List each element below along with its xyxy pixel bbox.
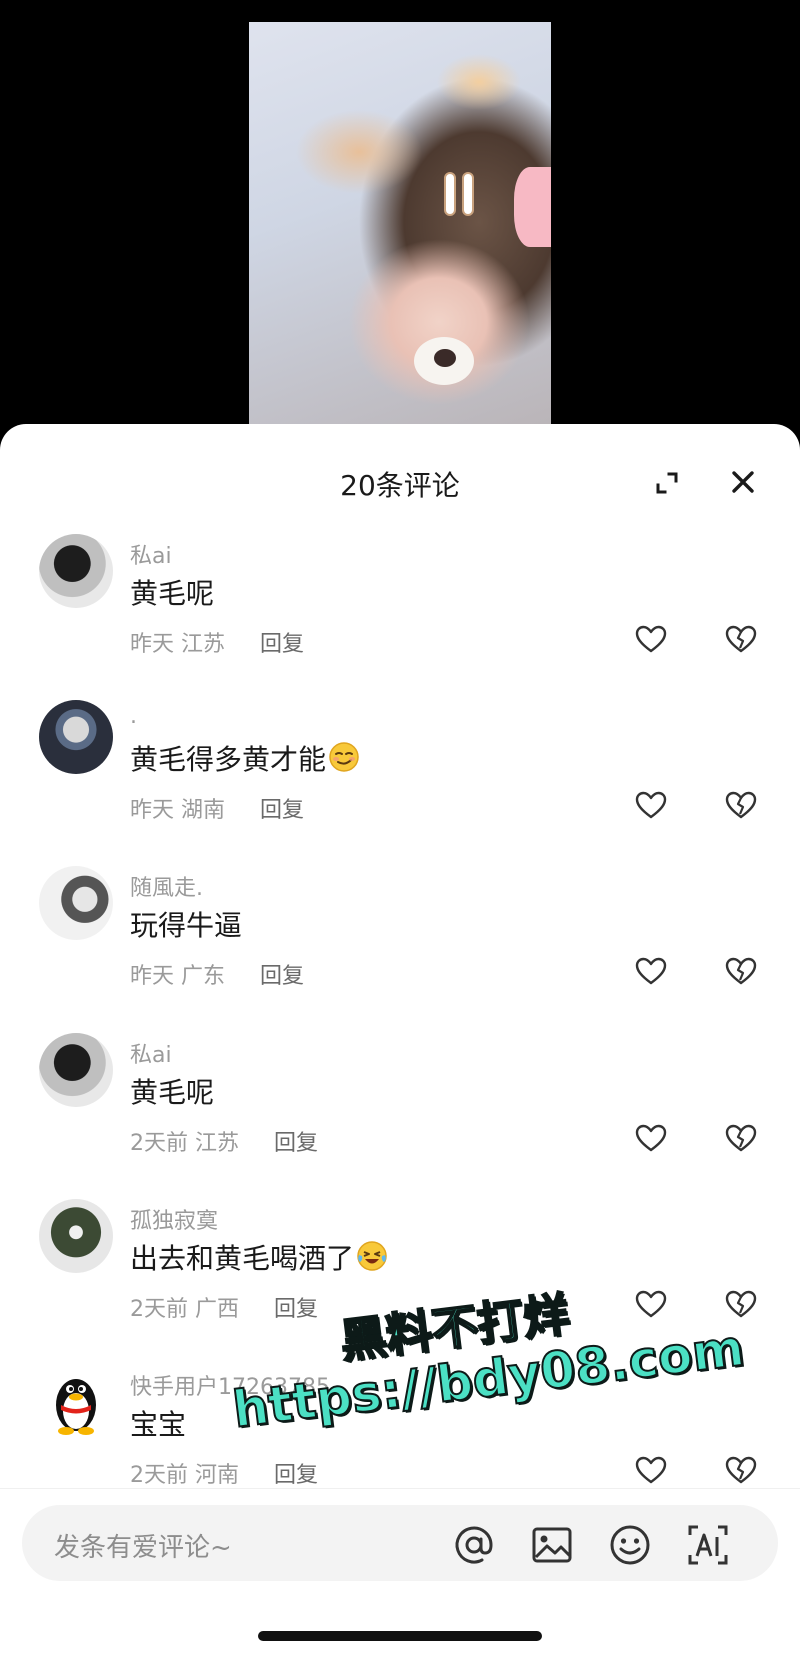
- reply-button[interactable]: 回复: [274, 1463, 318, 1488]
- heart-icon[interactable]: [634, 624, 668, 654]
- comment-text: 出去和黄毛喝酒了: [130, 1237, 388, 1277]
- broken-heart-icon[interactable]: [724, 1289, 758, 1319]
- comment-text: 玩得牛逼: [130, 909, 243, 942]
- comment-location: 广西: [195, 1297, 240, 1322]
- heart-icon[interactable]: [634, 956, 668, 986]
- comment-item: 孤独寂寞 出去和黄毛喝酒了 2天前 广西 回复: [0, 1199, 800, 1349]
- comment-location: 河南: [195, 1463, 240, 1488]
- comment-text: 黄毛呢: [130, 577, 215, 610]
- comment-location: 湖南: [181, 798, 226, 823]
- heart-icon[interactable]: [634, 1455, 668, 1485]
- comment-location: 江苏: [195, 1131, 240, 1156]
- home-indicator: [258, 1631, 542, 1641]
- comment-username[interactable]: .: [130, 704, 137, 729]
- bear-ear-sticker: [514, 167, 551, 247]
- comment-meta: 2天前 河南 回复: [130, 1457, 318, 1489]
- comment-location: 广东: [181, 964, 226, 989]
- reply-button[interactable]: 回复: [260, 964, 304, 989]
- comment-text-body: 黄毛得多黄才能: [130, 743, 327, 776]
- broken-heart-icon[interactable]: [724, 1455, 758, 1485]
- comment-username[interactable]: 私ai: [130, 1037, 172, 1069]
- avatar[interactable]: [39, 1365, 113, 1439]
- comment-input[interactable]: 发条有爱评论~: [22, 1505, 778, 1581]
- hair-clip: [444, 172, 456, 216]
- hair-clip: [462, 172, 474, 216]
- expand-icon[interactable]: [652, 468, 682, 498]
- comment-time: 昨天: [130, 798, 175, 823]
- comment-time: 2天前: [130, 1297, 188, 1322]
- qq-penguin-icon: [56, 1379, 96, 1435]
- smirk-emoji-icon: [329, 742, 359, 772]
- video-player[interactable]: [0, 0, 800, 440]
- comment-item: . 黄毛得多黄才能 昨天 湖南 回复: [0, 700, 800, 850]
- comment-username[interactable]: 孤独寂寞: [130, 1203, 218, 1235]
- comment-text: 宝宝: [130, 1408, 187, 1441]
- laugh-cry-emoji-icon: [357, 1241, 387, 1271]
- close-icon[interactable]: [725, 464, 761, 500]
- comment-input-placeholder: 发条有爱评论~: [54, 1533, 232, 1563]
- heart-icon[interactable]: [634, 1289, 668, 1319]
- comment-time: 2天前: [130, 1463, 188, 1488]
- comment-item: 私ai 黄毛呢 昨天 江苏 回复: [0, 534, 800, 684]
- heart-icon[interactable]: [634, 1123, 668, 1153]
- comment-username[interactable]: 快手用户17263785: [130, 1369, 330, 1401]
- comment-meta: 昨天 湖南 回复: [130, 792, 304, 824]
- comment-text-body: 出去和黄毛喝酒了: [130, 1242, 355, 1275]
- ai-icon[interactable]: [686, 1523, 730, 1567]
- image-icon[interactable]: [530, 1523, 574, 1567]
- comment-username[interactable]: 随風走.: [130, 870, 203, 902]
- comment-meta: 昨天 广东 回复: [130, 958, 304, 990]
- avatar[interactable]: [39, 1199, 113, 1273]
- comment-item: 私ai 黄毛呢 2天前 江苏 回复: [0, 1033, 800, 1183]
- avatar[interactable]: [39, 1033, 113, 1107]
- avatar[interactable]: [39, 866, 113, 940]
- sheet-header: 20条评论: [0, 424, 800, 536]
- comment-meta: 昨天 江苏 回复: [130, 626, 304, 658]
- comment-meta: 2天前 广西 回复: [130, 1291, 318, 1323]
- broken-heart-icon[interactable]: [724, 956, 758, 986]
- comment-text: 黄毛呢: [130, 1076, 215, 1109]
- video-thumbnail[interactable]: [249, 22, 551, 440]
- broken-heart-icon[interactable]: [724, 790, 758, 820]
- comment-text: 黄毛得多黄才能: [130, 738, 360, 778]
- avatar[interactable]: [39, 534, 113, 608]
- broken-heart-icon[interactable]: [724, 1123, 758, 1153]
- comment-input-bar: 发条有爱评论~: [0, 1488, 800, 1658]
- at-icon[interactable]: [452, 1523, 496, 1567]
- bear-nose-filter: [414, 337, 474, 385]
- comment-time: 昨天: [130, 964, 175, 989]
- avatar[interactable]: [39, 700, 113, 774]
- comment-location: 江苏: [181, 632, 226, 657]
- comment-item: 随風走. 玩得牛逼 昨天 广东 回复: [0, 866, 800, 1016]
- heart-icon[interactable]: [634, 790, 668, 820]
- comment-meta: 2天前 江苏 回复: [130, 1125, 318, 1157]
- emoji-icon[interactable]: [608, 1523, 652, 1567]
- reply-button[interactable]: 回复: [274, 1131, 318, 1156]
- comment-username[interactable]: 私ai: [130, 538, 172, 570]
- comment-time: 昨天: [130, 632, 175, 657]
- reply-button[interactable]: 回复: [260, 798, 304, 823]
- reply-button[interactable]: 回复: [260, 632, 304, 657]
- reply-button[interactable]: 回复: [274, 1297, 318, 1322]
- comment-time: 2天前: [130, 1131, 188, 1156]
- broken-heart-icon[interactable]: [724, 624, 758, 654]
